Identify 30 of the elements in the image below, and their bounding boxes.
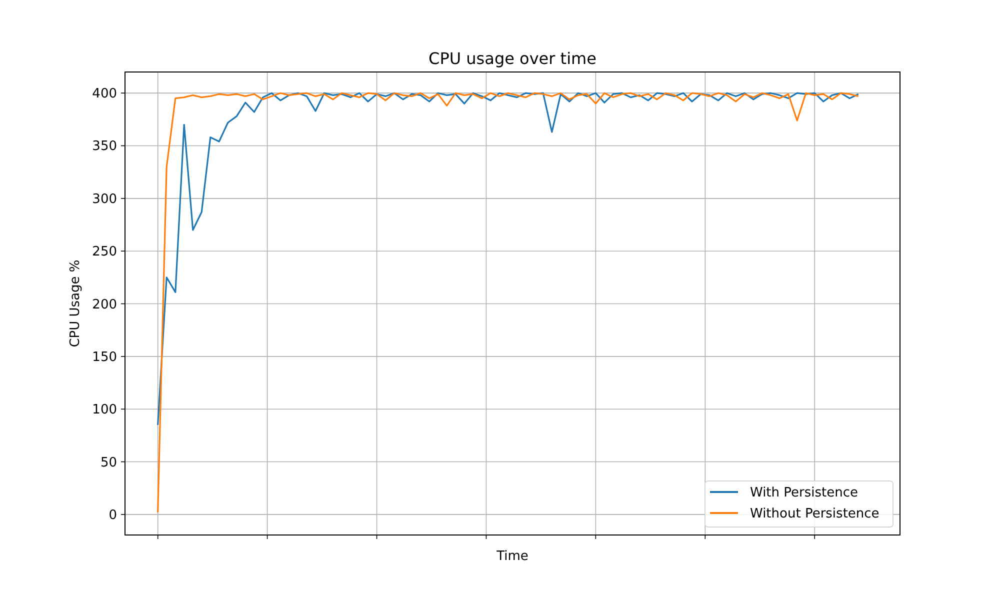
- chart-title: CPU usage over time: [428, 49, 596, 68]
- tick-label: 100: [92, 402, 117, 418]
- tick-mark: [376, 534, 378, 540]
- tick-label: 350: [92, 139, 117, 154]
- tick-mark: [486, 534, 487, 540]
- tick-mark: [120, 145, 126, 146]
- tick-mark: [814, 534, 816, 540]
- tick-mark: [157, 534, 158, 540]
- tick-label: 150: [92, 350, 117, 365]
- tick-mark: [120, 461, 126, 462]
- axis-label: Time: [496, 549, 528, 564]
- tick-mark: [266, 534, 268, 540]
- tick-label: 400: [92, 86, 117, 102]
- axis-label: CPU Usage %: [68, 260, 83, 348]
- tick-mark: [120, 356, 126, 357]
- tick-mark: [704, 534, 706, 540]
- tick-label: 200: [92, 297, 117, 312]
- tick-mark: [595, 534, 596, 540]
- tick-mark: [120, 92, 126, 94]
- tick-mark: [120, 250, 126, 252]
- tick-mark: [120, 198, 126, 199]
- tick-label: 0: [108, 508, 117, 523]
- tick-label: 300: [92, 192, 117, 207]
- legend-label: Without Persistence: [750, 506, 880, 522]
- tick-label: 50: [100, 455, 117, 470]
- tick-mark: [120, 303, 126, 304]
- tick-label: 250: [92, 244, 117, 260]
- tick-mark: [120, 408, 126, 410]
- legend-label: With Persistence: [750, 486, 858, 500]
- tick-mark: [120, 514, 126, 515]
